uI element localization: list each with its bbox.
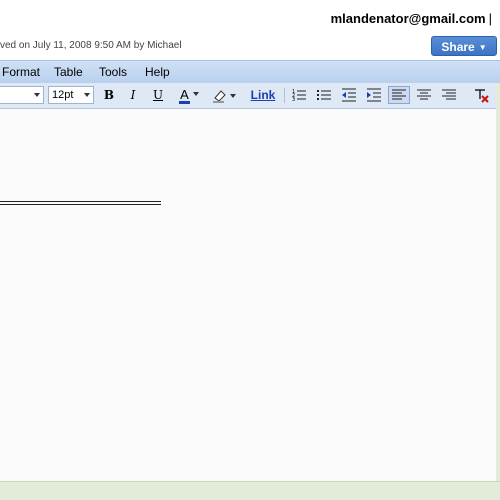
text-color-button[interactable]: A [175,86,203,104]
header: mlandenator@gmail.com ved on July 11, 20… [0,0,500,60]
italic-button[interactable]: I [125,86,141,104]
horizontal-rule [0,204,161,205]
numbered-list-button[interactable]: 1 2 3 [290,86,308,104]
saved-status: ved on July 11, 2008 9:50 AM by Michael [0,40,182,51]
link-button[interactable]: Link [249,86,277,104]
bulleted-list-button[interactable] [315,86,333,104]
align-right-button[interactable] [440,86,458,104]
menu-bar: Format Table Tools Help [0,60,500,83]
document-editor[interactable] [0,109,500,481]
align-left-button[interactable] [388,86,410,104]
window-right-edge [496,83,500,481]
font-size-value: 12pt [52,89,74,101]
highlight-color-button[interactable] [210,86,238,104]
align-center-icon [417,89,431,100]
align-right-icon [442,89,456,100]
chevron-down-icon [34,93,40,97]
increase-indent-button[interactable] [365,86,383,104]
menu-table[interactable]: Table [54,65,83,79]
font-family-select[interactable] [0,86,44,104]
share-button[interactable]: Share ▼ [431,36,497,56]
chevron-down-icon: ▼ [478,43,487,52]
outdent-icon [342,88,356,102]
indent-icon [367,88,381,102]
chevron-down-icon [192,92,199,96]
decrease-indent-button[interactable] [340,86,358,104]
chevron-down-icon [84,93,90,97]
remove-formatting-button[interactable] [472,86,490,104]
bold-button[interactable]: B [101,86,117,104]
font-size-select[interactable]: 12pt [48,86,94,104]
underline-button[interactable]: U [150,86,166,104]
share-label: Share [441,40,475,54]
user-email[interactable]: mlandenator@gmail.com [331,11,492,26]
svg-text:3: 3 [292,97,295,103]
align-center-button[interactable] [415,86,433,104]
highlighter-icon [213,90,236,103]
menu-tools[interactable]: Tools [99,65,127,79]
remove-formatting-icon [475,89,489,103]
align-left-icon [392,89,406,100]
horizontal-rule [0,201,161,202]
menu-help[interactable]: Help [145,65,170,79]
text-color-icon: A [179,87,190,104]
toolbar-separator [284,88,285,103]
formatting-toolbar: 12pt B I U A Link 1 2 3 [0,83,500,109]
numbered-list-icon: 1 2 3 [292,89,306,103]
menu-format[interactable]: Format [2,65,40,79]
bulleted-list-icon [317,90,331,100]
window-bottom-frame [0,481,500,500]
